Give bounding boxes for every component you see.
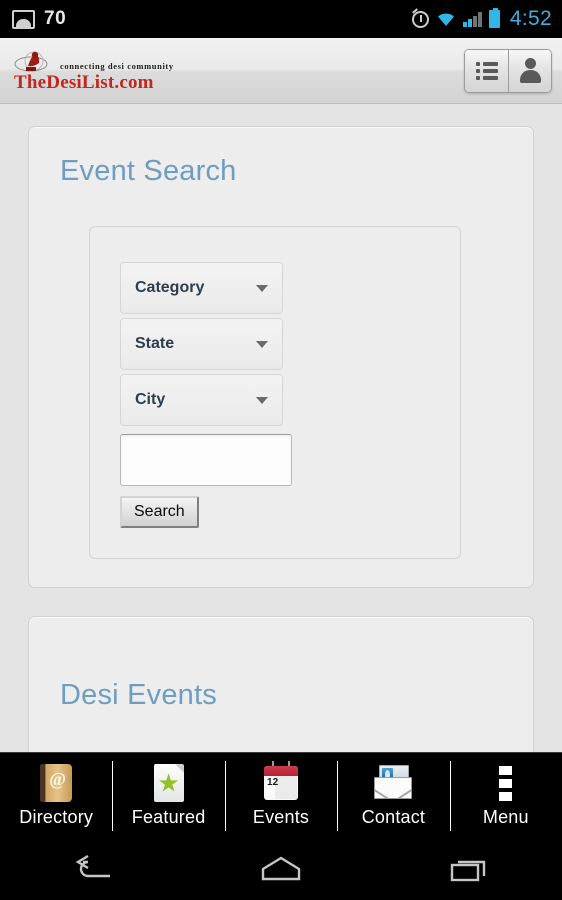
tab-menu-label: Menu xyxy=(482,807,529,827)
tab-directory-label: Directory xyxy=(19,807,94,827)
app-header: connecting desi community TheDesiList.co… xyxy=(0,38,562,104)
tab-events-label: Events xyxy=(252,807,310,827)
keyword-input[interactable] xyxy=(120,434,292,486)
calendar-icon: 12 xyxy=(261,761,301,803)
list-icon xyxy=(475,61,498,80)
state-select[interactable]: State xyxy=(120,318,283,370)
recents-button[interactable] xyxy=(413,845,523,893)
list-menu-button[interactable] xyxy=(465,49,508,92)
signal-icon xyxy=(462,11,482,27)
calendar-day: 12 xyxy=(267,777,279,788)
status-system-icons: 4:52 xyxy=(411,7,552,31)
brand-name: TheDesiList.com xyxy=(14,71,154,93)
category-select[interactable]: Category xyxy=(120,262,283,314)
tab-menu[interactable]: Menu xyxy=(449,753,562,838)
desilist-globe-logo-icon xyxy=(14,50,56,74)
bottom-tab-bar: Directory ★ Featured 12 Events Contact xyxy=(0,752,562,838)
chevron-down-icon xyxy=(256,341,268,348)
chevron-down-icon xyxy=(256,285,268,292)
status-notifications: 70 xyxy=(12,8,66,30)
home-icon xyxy=(261,856,301,881)
star-page-icon: ★ xyxy=(149,763,189,803)
notification-count: 70 xyxy=(44,8,67,29)
tab-directory[interactable]: Directory xyxy=(0,753,112,838)
page-content[interactable]: Event Search Category State City Search … xyxy=(0,104,562,752)
event-search-form: Category State City Search xyxy=(89,226,461,559)
city-select-label: City xyxy=(135,391,166,408)
back-arrow-icon xyxy=(75,854,110,878)
event-search-panel: Event Search Category State City Search xyxy=(28,126,534,588)
search-button[interactable]: Search xyxy=(120,496,199,528)
recents-icon xyxy=(451,860,486,882)
alarm-icon xyxy=(411,10,429,28)
tab-contact-label: Contact xyxy=(361,807,426,827)
clock: 4:52 xyxy=(509,7,552,30)
page-title: Event Search xyxy=(60,155,237,187)
overflow-menu-icon xyxy=(486,763,526,803)
brand-logo[interactable]: connecting desi community TheDesiList.co… xyxy=(14,50,174,92)
category-select-label: Category xyxy=(135,279,205,296)
picture-icon xyxy=(12,9,35,29)
tab-events[interactable]: 12 Events xyxy=(224,753,337,838)
address-book-icon xyxy=(36,763,76,803)
state-select-label: State xyxy=(135,335,175,352)
android-nav-bar xyxy=(0,838,562,900)
person-icon xyxy=(518,57,542,84)
tab-contact[interactable]: Contact xyxy=(337,753,449,838)
header-button-group xyxy=(464,48,552,93)
tab-featured[interactable]: ★ Featured xyxy=(112,753,224,838)
chevron-down-icon xyxy=(256,397,268,404)
account-button[interactable] xyxy=(508,49,551,92)
city-select[interactable]: City xyxy=(120,374,283,426)
back-button[interactable] xyxy=(39,845,149,893)
desi-events-title: Desi Events xyxy=(60,679,217,711)
android-status-bar: 70 4:52 xyxy=(0,0,562,38)
wifi-icon xyxy=(436,11,456,27)
envelope-contact-icon xyxy=(373,763,413,803)
battery-icon xyxy=(488,8,500,28)
desi-events-panel: Desi Events xyxy=(28,616,534,752)
tab-featured-label: Featured xyxy=(131,807,206,827)
home-button[interactable] xyxy=(226,845,336,893)
